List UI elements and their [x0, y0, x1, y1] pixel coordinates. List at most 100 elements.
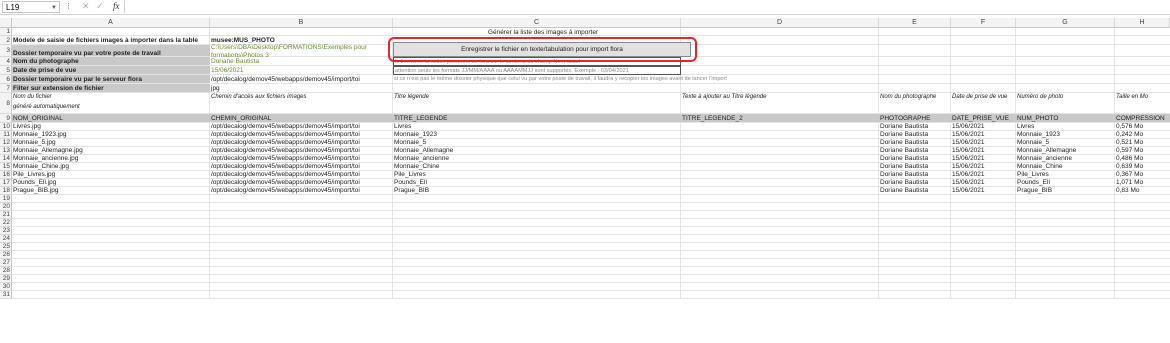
table-cell[interactable] — [681, 147, 879, 155]
table-cell[interactable]: Monnaie_1923 — [1016, 131, 1115, 139]
row-header[interactable]: 28 — [0, 267, 12, 275]
table-header[interactable]: DATE_PRISE_VUE — [951, 114, 1016, 123]
table-cell[interactable]: 0,521 Mo — [1115, 139, 1170, 147]
formula-input[interactable] — [128, 1, 1168, 13]
table-cell[interactable]: 0,597 Mo — [1115, 147, 1170, 155]
table-cell[interactable]: Monnaie_Allemagne — [1016, 147, 1115, 155]
table-cell[interactable]: 15/06/2021 — [951, 139, 1016, 147]
server-dir-value[interactable]: /opt/decalog/demov45/webapps/demov45/imp… — [210, 75, 393, 84]
table-cell[interactable] — [681, 131, 879, 139]
table-cell[interactable]: 0,367 Mo — [1115, 171, 1170, 179]
table-cell[interactable]: 0,242 Mo — [1115, 131, 1170, 139]
table-header[interactable]: TITRE_LEGENDE_2 — [681, 114, 879, 123]
table-cell[interactable]: 15/06/2021 — [951, 163, 1016, 171]
row-header[interactable]: 9 — [0, 114, 12, 123]
table-cell[interactable]: Monnaie_5 — [1016, 139, 1115, 147]
table-cell[interactable]: /opt/decalog/demov45/webapps/demov45/imp… — [210, 163, 393, 171]
table-header[interactable]: CHEMIN_ORIGINAL — [210, 114, 393, 123]
select-all-corner[interactable] — [0, 18, 12, 28]
table-cell[interactable]: Pile_Livres — [393, 171, 681, 179]
row-header[interactable]: 18 — [0, 187, 12, 195]
photographer-value[interactable]: Doriane Bautista — [210, 57, 393, 66]
table-header[interactable]: COMPRESSION — [1115, 114, 1170, 123]
table-cell[interactable]: Monnaie_Allemagne — [393, 147, 681, 155]
name-box[interactable]: L19 ▼ — [2, 1, 60, 13]
column-description[interactable]: Texte à ajouter au Titre légende — [681, 93, 879, 102]
table-cell[interactable]: Prague_BIB.jpg — [12, 187, 210, 195]
more-options-icon[interactable]: ⁝ — [67, 0, 70, 13]
row-header[interactable]: 14 — [0, 155, 12, 163]
table-cell[interactable]: Pile_Livres — [1016, 171, 1115, 179]
table-cell[interactable]: Monnaie_ancienne — [1016, 155, 1115, 163]
photographer-label[interactable]: Nom du photographe — [12, 57, 210, 66]
row-header[interactable]: 21 — [0, 211, 12, 219]
table-cell[interactable]: 0,576 Mo — [1115, 123, 1170, 131]
row-header[interactable]: 30 — [0, 283, 12, 291]
row-header[interactable]: 19 — [0, 195, 12, 203]
row-header[interactable]: 7 — [0, 84, 12, 93]
table-header[interactable]: PHOTOGRAPHE — [879, 114, 951, 123]
row-header[interactable]: 15 — [0, 163, 12, 171]
row-header[interactable]: 20 — [0, 203, 12, 211]
column-description[interactable]: Titre légende — [393, 93, 681, 102]
column-header[interactable]: D — [681, 18, 879, 28]
row-header[interactable]: 4 — [0, 57, 12, 66]
row-header[interactable]: 31 — [0, 291, 12, 299]
row-header[interactable]: 12 — [0, 139, 12, 147]
table-cell[interactable]: 15/06/2021 — [951, 179, 1016, 187]
row-header[interactable]: 11 — [0, 131, 12, 139]
generate-list-button[interactable]: Générer la liste des images à importer — [393, 28, 693, 37]
table-cell[interactable] — [681, 163, 879, 171]
table-cell[interactable]: 15/06/2021 — [951, 147, 1016, 155]
row-header[interactable]: 3 — [0, 45, 12, 57]
table-header[interactable]: NUM_PHOTO — [1016, 114, 1115, 123]
date-note[interactable]: attention seuls les formats JJ/MM/AAAA o… — [393, 66, 681, 75]
table-cell[interactable] — [681, 179, 879, 187]
temp-dir-value[interactable]: C:\Users\DBA\Desktop\FORMATIONS\Exemples… — [210, 44, 393, 52]
table-cell[interactable]: Doriane Bautista — [879, 187, 951, 195]
table-cell[interactable]: 15/06/2021 — [951, 123, 1016, 131]
table-cell[interactable]: 0,639 Mo — [1115, 163, 1170, 171]
row-header[interactable]: 1 — [0, 28, 12, 36]
cancel-icon[interactable]: ✕ — [82, 0, 90, 13]
table-cell[interactable]: Pounds_Ell — [393, 179, 681, 187]
function-icon[interactable]: fx — [113, 0, 120, 13]
table-cell[interactable]: Doriane Bautista — [879, 179, 951, 187]
row-header[interactable]: 5 — [0, 66, 12, 75]
column-header[interactable]: B — [210, 18, 393, 28]
date-value[interactable]: 15/06/2021 — [210, 66, 393, 75]
table-cell[interactable]: Doriane Bautista — [879, 147, 951, 155]
table-cell[interactable] — [681, 187, 879, 195]
server-dir-note[interactable]: si ce n'est pas le même dossier physique… — [393, 75, 773, 84]
row-header[interactable]: 2 — [0, 36, 12, 45]
row-header[interactable]: 17 — [0, 179, 12, 187]
table-header[interactable]: TITRE_LEGENDE — [393, 114, 681, 123]
column-header[interactable]: F — [951, 18, 1016, 28]
column-description[interactable]: Nom du fichier — [12, 93, 210, 102]
column-header[interactable]: E — [879, 18, 951, 28]
table-cell[interactable]: Monnaie_5.jpg — [12, 139, 210, 147]
column-description-extra[interactable]: généré automatiquement — [12, 103, 210, 112]
row-header[interactable]: 13 — [0, 147, 12, 155]
table-cell[interactable]: /opt/decalog/demov45/webapps/demov45/imp… — [210, 139, 393, 147]
row-header[interactable]: 23 — [0, 227, 12, 235]
table-cell[interactable]: 15/06/2021 — [951, 171, 1016, 179]
table-cell[interactable]: Monnaie_Chine — [1016, 163, 1115, 171]
table-cell[interactable] — [681, 123, 879, 131]
table-cell[interactable]: Livres — [1016, 123, 1115, 131]
table-cell[interactable] — [681, 139, 879, 147]
table-cell[interactable]: Prague_BIB — [1016, 187, 1115, 195]
table-cell[interactable]: 0,486 Mo — [1115, 155, 1170, 163]
filter-label[interactable]: Filter sur extension de fichier — [12, 84, 210, 93]
table-cell[interactable]: /opt/decalog/demov45/webapps/demov45/imp… — [210, 179, 393, 187]
temp-dir-label[interactable]: Dossier temporaire vu par votre poste de… — [12, 45, 210, 57]
table-cell[interactable]: /opt/decalog/demov45/webapps/demov45/imp… — [210, 131, 393, 139]
table-cell[interactable]: Livres — [393, 123, 681, 131]
row-header[interactable]: 22 — [0, 219, 12, 227]
column-header[interactable]: A — [12, 18, 210, 28]
model-label[interactable]: Modele de saisie de fichiers images à im… — [12, 36, 210, 45]
column-header[interactable]: C — [393, 18, 681, 28]
column-description[interactable]: Nom du photographe — [879, 93, 951, 102]
table-cell[interactable]: Monnaie_ancienne — [393, 155, 681, 163]
table-cell[interactable]: Livres.jpg — [12, 123, 210, 131]
